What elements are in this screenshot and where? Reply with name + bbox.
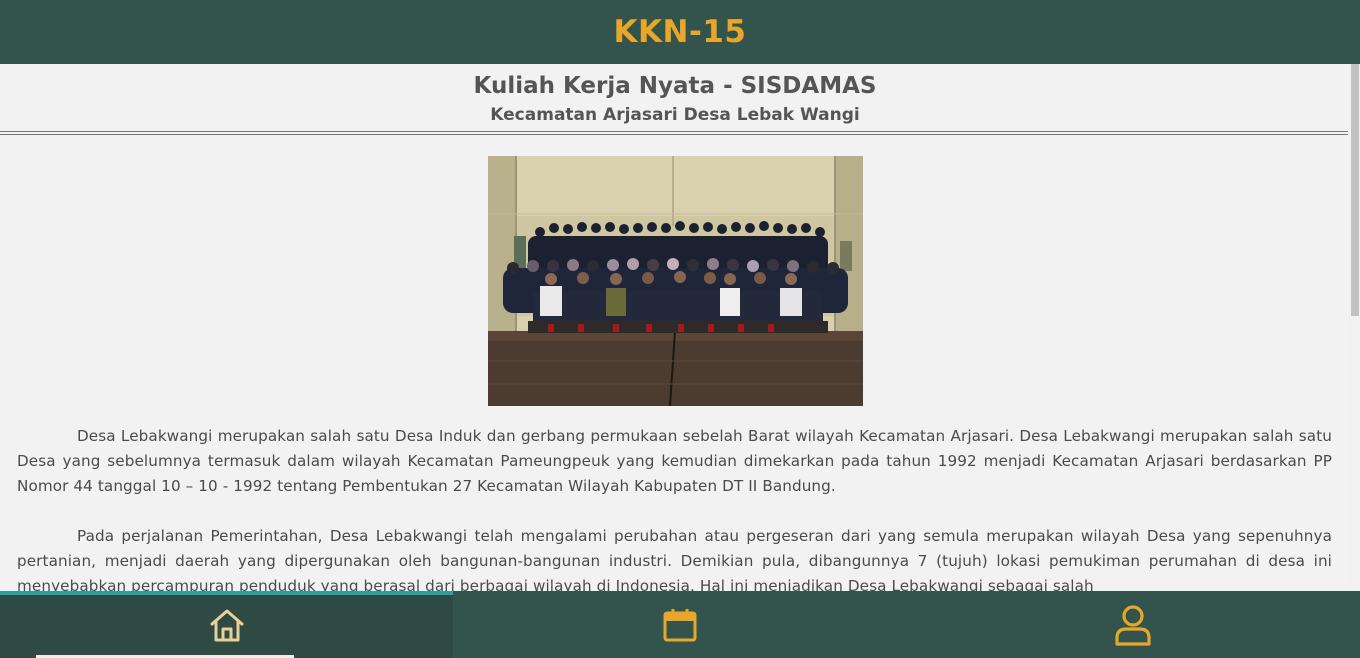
article-body: Desa Lebakwangi merupakan salah satu Des… <box>0 424 1350 591</box>
bottom-navigation <box>0 591 1360 658</box>
photo-container <box>0 156 1350 406</box>
article-paragraph-2: Pada perjalanan Pemerintahan, Desa Lebak… <box>17 527 1332 591</box>
calendar-icon <box>663 608 697 641</box>
scrollbar-thumb[interactable] <box>1351 64 1359 316</box>
top-header: KKN-15 <box>0 0 1360 64</box>
main-content[interactable]: Kuliah Kerja Nyata - SISDAMAS Kecamatan … <box>0 64 1350 591</box>
article-paragraph-1: Desa Lebakwangi merupakan salah satu Des… <box>17 427 1332 495</box>
nav-home-button[interactable] <box>0 591 454 658</box>
page-title: Kuliah Kerja Nyata - SISDAMAS <box>473 73 877 99</box>
nav-calendar-button[interactable] <box>453 591 906 658</box>
page-subtitle: Kecamatan Arjasari Desa Lebak Wangi <box>490 105 860 125</box>
home-icon <box>210 609 244 641</box>
user-icon <box>1115 604 1151 646</box>
vertical-scrollbar[interactable] <box>1350 64 1360 591</box>
nav-profile-button[interactable] <box>907 591 1360 658</box>
group-photo <box>487 156 863 406</box>
page-heading: Kuliah Kerja Nyata - SISDAMAS Kecamatan … <box>0 64 1350 127</box>
app-brand-title: KKN-15 <box>613 14 747 50</box>
heading-divider <box>0 131 1348 135</box>
